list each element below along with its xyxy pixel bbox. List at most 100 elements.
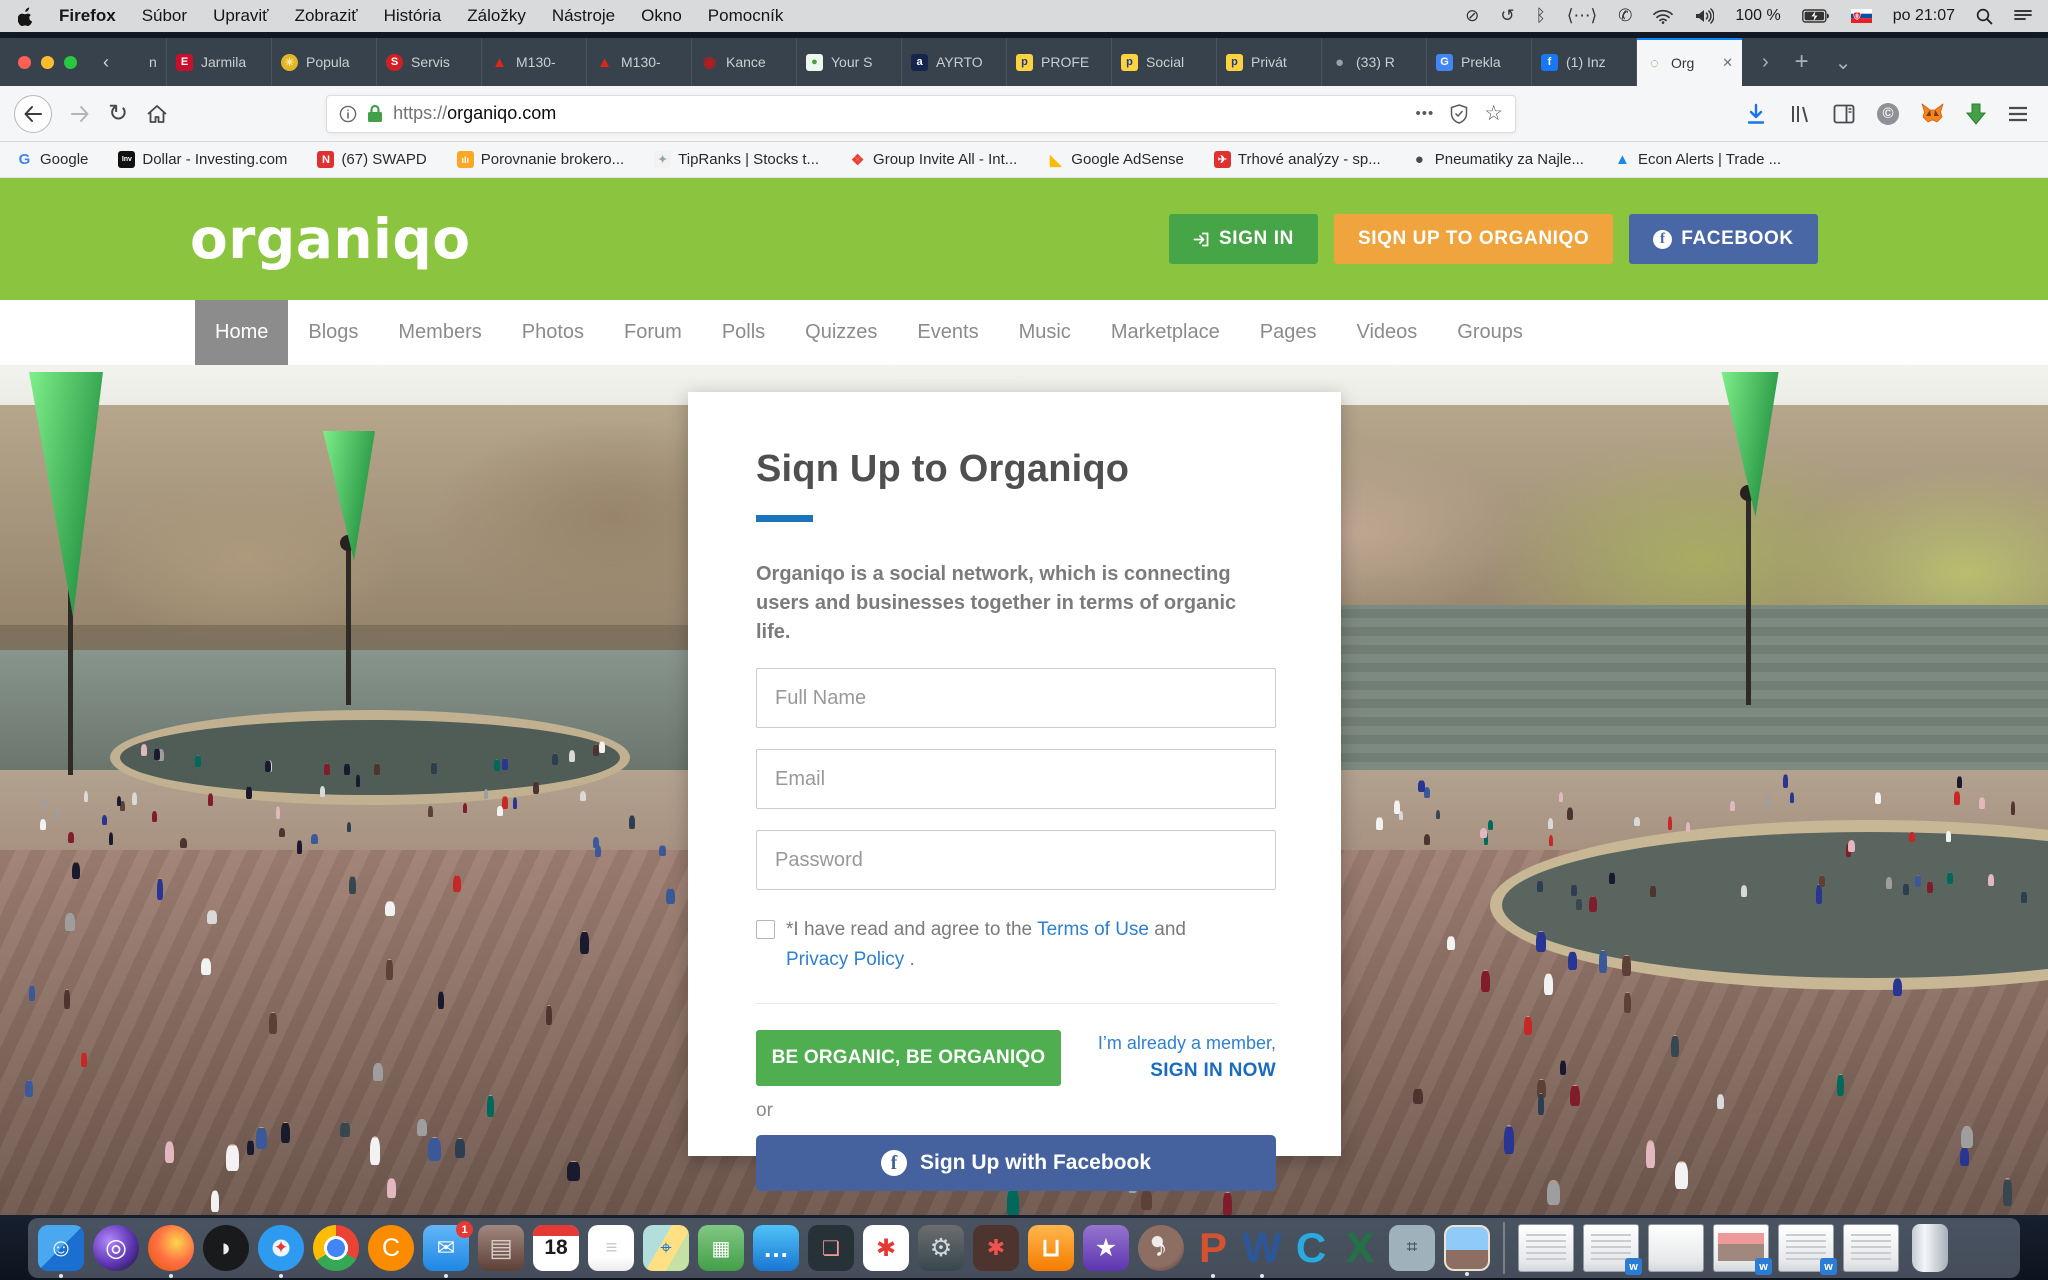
dock-icon-orca[interactable]: ◗ — [203, 1225, 249, 1271]
minimized-window-thumbnail[interactable] — [1648, 1224, 1704, 1272]
dock-icon-c-app[interactable]: C — [1291, 1225, 1331, 1271]
https-lock-icon[interactable] — [367, 104, 383, 123]
spotlight-icon[interactable] — [1976, 8, 1993, 25]
dock-icon-books[interactable]: ⊔ — [1028, 1225, 1074, 1271]
dock-icon-firefox[interactable] — [148, 1225, 194, 1271]
dock-icon-photo-booth[interactable]: ❏ — [808, 1225, 854, 1271]
be-organic-button[interactable]: BE ORGANIC, BE ORGANIQO — [756, 1030, 1061, 1086]
menu-zalozky[interactable]: Záložky — [454, 6, 539, 26]
tab-privat[interactable]: p Privát — [1217, 38, 1322, 86]
tab-kancelaria[interactable]: ◉ Kance — [692, 38, 797, 86]
tab-ayrto[interactable]: a AYRTO — [902, 38, 1007, 86]
scroll-tabs-left-button[interactable]: ‹ — [91, 38, 121, 86]
dock-icon-maps[interactable]: ⌖ — [643, 1225, 689, 1271]
bookmark-group-invite[interactable]: ❖ Group Invite All - Int... — [849, 151, 1017, 168]
url-bar[interactable]: https://organiqo.com ••• ☆ — [326, 95, 1516, 133]
clock[interactable]: po 21:07 — [1893, 7, 1955, 25]
notification-center-icon[interactable] — [2014, 9, 2032, 23]
wifi-icon[interactable] — [1653, 9, 1673, 24]
minimized-window-thumbnail[interactable]: w — [1778, 1224, 1834, 1272]
minimized-window-thumbnail[interactable] — [1518, 1224, 1574, 1272]
dock-icon-siri[interactable]: ◎ — [93, 1225, 139, 1271]
down-arrow-extension-icon[interactable] — [1966, 103, 1986, 125]
dock-icon-finder[interactable]: ☺ — [38, 1225, 84, 1271]
dock-icon-mail[interactable]: ✉ 1 — [423, 1225, 469, 1271]
dock-icon-notes[interactable]: ≡ — [588, 1225, 634, 1271]
bluetooth-icon[interactable]: ᛒ — [1536, 6, 1546, 26]
dock-icon-system-preferences[interactable]: ⚙ — [918, 1225, 964, 1271]
bookmark-star-icon[interactable]: ☆ — [1484, 101, 1503, 126]
apple-menu-icon[interactable] — [16, 7, 46, 26]
nav-item-events[interactable]: Events — [897, 300, 998, 365]
tab-33-r[interactable]: ● (33) R — [1322, 38, 1427, 86]
menu-upravit[interactable]: Upraviť — [200, 6, 282, 26]
nav-item-polls[interactable]: Polls — [702, 300, 785, 365]
tab-social[interactable]: p Social — [1112, 38, 1217, 86]
menu-pomocnik[interactable]: Pomocník — [695, 6, 797, 26]
xcode-status-icon[interactable]: ⟨⋯⟩ — [1567, 6, 1597, 26]
reload-button[interactable]: ↻ — [108, 99, 128, 128]
bookmark-econ-alerts[interactable]: ▲ Econ Alerts | Trade ... — [1614, 151, 1781, 168]
trash-icon[interactable] — [1912, 1224, 1948, 1272]
list-all-tabs-button[interactable]: ⌄ — [1835, 50, 1852, 75]
metamask-fox-icon[interactable] — [1921, 103, 1944, 124]
tab-m130-a[interactable]: ▲ M130- — [482, 38, 587, 86]
bookmark-investing[interactable]: Inv Dollar - Investing.com — [118, 151, 287, 168]
nav-item-quizzes[interactable]: Quizzes — [785, 300, 897, 365]
email-field[interactable] — [756, 749, 1276, 809]
tab-kontakt[interactable]: ntak — [121, 38, 167, 86]
dock-icon-reader[interactable]: ✱ — [973, 1225, 1019, 1271]
dock-icon-acrobat[interactable]: ✱ — [863, 1225, 909, 1271]
full-name-field[interactable] — [756, 668, 1276, 728]
dnd-icon[interactable]: ⊘ — [1465, 6, 1479, 26]
menu-historia[interactable]: História — [371, 6, 455, 26]
dock-icon-word[interactable]: W — [1242, 1225, 1282, 1271]
tab-your-s[interactable]: ● Your S — [797, 38, 902, 86]
tab-jarmila[interactable]: E Jarmila — [167, 38, 272, 86]
agree-checkbox[interactable] — [756, 920, 775, 939]
bookmark-trhove-analyzy[interactable]: ✈ Trhové analýzy - sp... — [1214, 151, 1381, 168]
bookmark-swapd[interactable]: N (67) SWAPD — [317, 151, 426, 168]
volume-icon[interactable] — [1694, 8, 1714, 24]
nav-item-videos[interactable]: Videos — [1336, 300, 1437, 365]
tab-servis[interactable]: S Servis — [377, 38, 482, 86]
privacy-policy-link[interactable]: Privacy Policy — [786, 949, 904, 970]
copyright-extension-icon[interactable]: © — [1877, 103, 1899, 125]
dock-icon-star-app[interactable]: ★ — [1083, 1225, 1129, 1271]
dock-icon-picture[interactable] — [1444, 1225, 1490, 1271]
protection-shield-icon[interactable] — [1450, 104, 1468, 124]
sign-in-now-link[interactable]: SIGN IN NOW — [1150, 1060, 1276, 1081]
minimized-window-thumbnail[interactable]: w — [1583, 1224, 1639, 1272]
nav-item-blogs[interactable]: Blogs — [288, 300, 378, 365]
scroll-tabs-right-button[interactable]: › — [1762, 51, 1769, 74]
library-icon[interactable] — [1789, 103, 1811, 125]
close-window-button[interactable] — [18, 56, 31, 69]
menu-okno[interactable]: Okno — [628, 6, 695, 26]
url-text[interactable]: https://organiqo.com — [393, 103, 1405, 124]
dock-icon-display-util[interactable]: ⌗ — [1389, 1225, 1435, 1271]
dock-icon-commander[interactable]: C — [368, 1225, 414, 1271]
dock-icon-calendar[interactable]: 18 — [533, 1225, 579, 1271]
header-facebook-button[interactable]: f FACEBOOK — [1629, 214, 1817, 264]
nav-item-music[interactable]: Music — [999, 300, 1091, 365]
tab-popula[interactable]: ✳ Popula — [272, 38, 377, 86]
menu-firefox[interactable]: Firefox — [46, 6, 129, 26]
time-machine-icon[interactable]: ↺ — [1500, 6, 1514, 26]
forward-button[interactable] — [70, 105, 90, 123]
header-sign-in-button[interactable]: SIGN IN — [1169, 214, 1318, 264]
new-tab-button[interactable]: + — [1795, 48, 1809, 76]
bookmark-adsense[interactable]: ◣ Google AdSense — [1047, 151, 1184, 168]
minimize-window-button[interactable] — [41, 56, 54, 69]
nav-item-groups[interactable]: Groups — [1437, 300, 1543, 365]
tab-m130-b[interactable]: ▲ M130- — [587, 38, 692, 86]
facebook-signup-button[interactable]: f Sign Up with Facebook — [756, 1135, 1276, 1191]
nav-item-marketplace[interactable]: Marketplace — [1091, 300, 1240, 365]
dock-icon-journal[interactable]: ▤ — [478, 1225, 524, 1271]
menu-zobrazit[interactable]: Zobraziť — [282, 6, 371, 26]
nav-item-members[interactable]: Members — [378, 300, 501, 365]
minimized-window-thumbnail[interactable] — [1843, 1224, 1899, 1272]
dock-icon-chrome[interactable] — [313, 1225, 359, 1271]
sidebar-icon[interactable] — [1833, 104, 1855, 124]
menu-subor[interactable]: Súbor — [129, 6, 200, 26]
battery-icon[interactable] — [1802, 9, 1830, 23]
